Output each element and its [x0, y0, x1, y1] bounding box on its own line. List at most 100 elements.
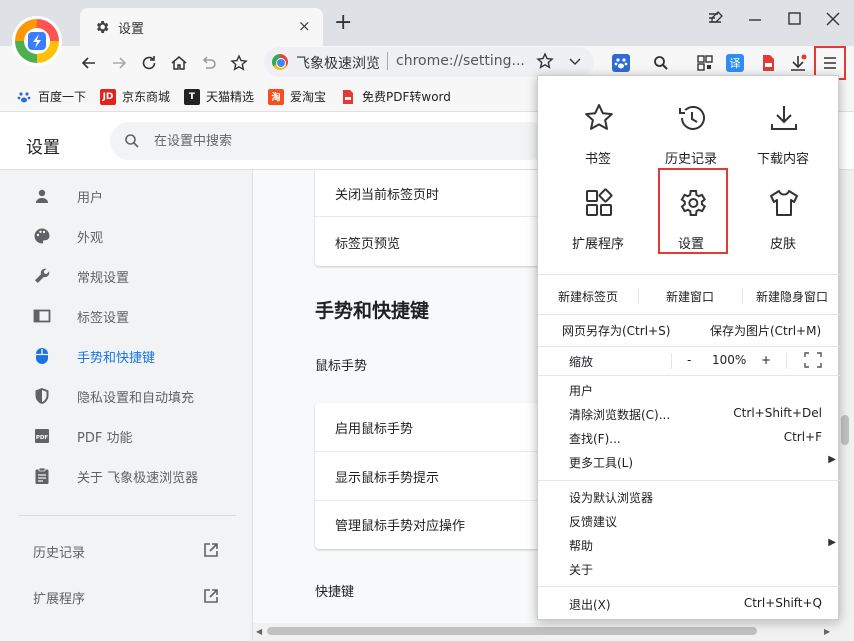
setting-row[interactable]: 管理鼠标手势对应操作: [335, 515, 465, 534]
back-button[interactable]: [76, 50, 102, 76]
scrollbar-thumb[interactable]: [841, 415, 849, 445]
menu-item-feedback[interactable]: 反馈建议: [538, 509, 840, 533]
tab-close-button[interactable]: ×: [298, 17, 311, 35]
url-text[interactable]: chrome://setting...: [396, 53, 525, 69]
star-icon[interactable]: [536, 52, 554, 70]
zoom-in-button[interactable]: +: [761, 353, 771, 367]
settings-search[interactable]: [110, 122, 550, 160]
menu-grid-label: 书签: [584, 152, 611, 167]
translate-icon[interactable]: 译: [722, 50, 748, 76]
baidu-paw-icon[interactable]: [608, 50, 634, 76]
menu-item-clear-data[interactable]: 清除浏览数据(C)... Ctrl+Shift+Del: [538, 402, 840, 426]
taobao-icon: 淘: [268, 88, 284, 105]
scrollbar-thumb[interactable]: [267, 627, 757, 635]
tab-settings[interactable]: 设置 ×: [80, 8, 323, 46]
menu-downloads[interactable]: 下载内容: [738, 98, 828, 178]
menu-extensions[interactable]: 扩展程序: [553, 183, 643, 263]
sidebar-item-gestures[interactable]: 手势和快捷键: [0, 336, 253, 376]
menu-item-help[interactable]: 帮助 ▶: [538, 533, 840, 557]
sidebar-item-general[interactable]: 常规设置: [0, 256, 253, 296]
menu-item-exit[interactable]: 退出(X) Ctrl+Shift+Q: [538, 592, 840, 616]
menu-grid-label: 下载内容: [756, 152, 809, 167]
minimize-button[interactable]: [746, 10, 766, 30]
horizontal-scrollbar[interactable]: ◀ ▶: [253, 623, 836, 641]
reload-button[interactable]: [136, 50, 162, 76]
undo-close-icon[interactable]: [196, 50, 222, 76]
forward-button[interactable]: [106, 50, 132, 76]
bookmark-item[interactable]: 淘 爱淘宝: [268, 88, 326, 105]
menu-divider: [538, 274, 840, 275]
setting-row[interactable]: 关闭当前标签页时: [335, 184, 439, 203]
menu-new-incognito[interactable]: 新建隐身窗口: [756, 288, 828, 305]
jd-icon: JD: [100, 88, 116, 105]
menu-save-page[interactable]: 网页另存为(Ctrl+S): [562, 322, 670, 339]
home-button[interactable]: [166, 50, 192, 76]
app-logo: [12, 16, 62, 66]
sidebar-item-pdf[interactable]: PDF PDF 功能: [0, 416, 253, 456]
menu-item-more-tools[interactable]: 更多工具(L) ▶: [538, 450, 840, 474]
menu-item-shortcut: Ctrl+Shift+Q: [743, 596, 822, 610]
pin-window-icon[interactable]: [706, 10, 726, 30]
fullscreen-icon[interactable]: [804, 352, 822, 368]
setting-row[interactable]: 显示鼠标手势提示: [335, 467, 439, 486]
bookmark-item[interactable]: 免费PDF转word: [340, 88, 451, 105]
chevron-down-icon[interactable]: [568, 54, 582, 68]
bookmark-item[interactable]: 百度一下: [16, 88, 86, 105]
bookmark-item[interactable]: T 天猫精选: [184, 88, 254, 105]
sidebar-item-user[interactable]: 用户: [0, 176, 253, 216]
menu-bookmarks[interactable]: 书签: [553, 98, 643, 178]
close-window-button[interactable]: [824, 10, 844, 30]
pdf-tool-icon[interactable]: [755, 50, 781, 76]
tab-icon: [33, 307, 51, 325]
download-icon[interactable]: [785, 50, 811, 76]
menu-history[interactable]: 历史记录: [646, 98, 736, 178]
external-link-icon: [203, 542, 219, 558]
search-icon: [124, 133, 140, 149]
setting-row[interactable]: 启用鼠标手势: [335, 418, 413, 437]
menu-item-label: 更多工具(L): [569, 456, 634, 470]
menu-item-find[interactable]: 查找(F)... Ctrl+F: [538, 426, 840, 450]
menu-item-about[interactable]: 关于: [538, 557, 840, 581]
menu-item-label: 设为默认浏览器: [569, 491, 654, 505]
search-input[interactable]: [154, 122, 534, 160]
gesture-settings-card: 启用鼠标手势 显示鼠标手势提示 管理鼠标手势对应操作: [315, 403, 555, 549]
address-separator: [387, 52, 388, 70]
row-divider: [315, 216, 555, 217]
sidebar-item-privacy[interactable]: 隐私设置和自动填充: [0, 376, 253, 416]
settings-sidebar: 用户 外观 常规设置 标签设置 手势和快捷键 隐私设置和自动填充 PDF PDF…: [0, 170, 253, 641]
main-menu: 书签 历史记录 下载内容 扩展程序 设置 皮肤 新建标签页 新建窗口 新建隐身窗…: [537, 75, 840, 620]
menu-item-user[interactable]: 用户: [538, 378, 840, 402]
bookmark-label: 百度一下: [38, 90, 87, 104]
menu-skins[interactable]: 皮肤: [738, 183, 828, 263]
subsection-title: 鼠标手势: [315, 359, 368, 374]
menu-new-tab[interactable]: 新建标签页: [558, 288, 618, 305]
menu-grid-label: 皮肤: [769, 237, 796, 252]
new-tab-button[interactable]: +: [334, 12, 352, 34]
external-link-icon: [203, 588, 219, 604]
menu-grid-label: 扩展程序: [571, 237, 624, 252]
search-icon[interactable]: [648, 50, 674, 76]
gear-icon: [94, 19, 110, 35]
sidebar-link-history[interactable]: 历史记录: [33, 540, 233, 564]
bookmark-label: 免费PDF转word: [362, 90, 451, 104]
qr-code-icon[interactable]: [692, 50, 718, 76]
bookmark-item[interactable]: JD 京东商城: [100, 88, 170, 105]
menu-divider: [538, 375, 840, 376]
maximize-button[interactable]: [786, 10, 806, 30]
sidebar-item-tabs[interactable]: 标签设置: [0, 296, 253, 336]
browser-logo-icon: [272, 54, 288, 70]
scroll-left-icon[interactable]: ◀: [256, 627, 262, 636]
menu-save-image[interactable]: 保存为图片(Ctrl+M): [710, 322, 821, 339]
zoom-out-button[interactable]: -: [687, 353, 691, 367]
sidebar-link-extensions[interactable]: 扩展程序: [33, 586, 233, 610]
bookmark-label: 天猫精选: [206, 90, 255, 104]
menu-divider: [538, 586, 840, 587]
address-bar[interactable]: 飞象极速浏览 chrome://setting...: [264, 47, 594, 77]
menu-new-window[interactable]: 新建窗口: [666, 288, 714, 305]
menu-item-default-browser[interactable]: 设为默认浏览器: [538, 485, 840, 509]
sidebar-item-about[interactable]: 关于 飞象极速浏览器: [0, 456, 253, 496]
scroll-right-icon[interactable]: ▶: [824, 627, 830, 636]
sidebar-item-appearance[interactable]: 外观: [0, 216, 253, 256]
bookmark-star-icon[interactable]: [226, 50, 252, 76]
setting-row[interactable]: 标签页预览: [335, 233, 400, 252]
